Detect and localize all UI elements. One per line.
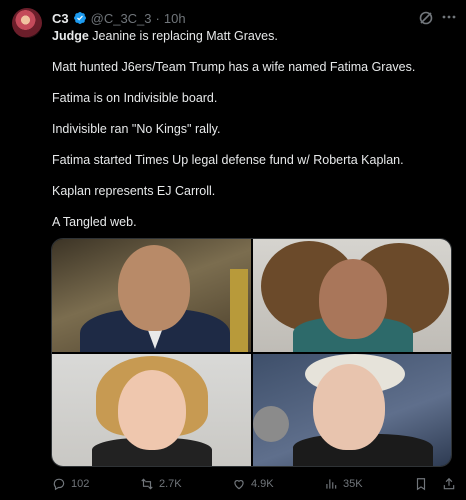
- more-icon[interactable]: [440, 8, 458, 26]
- like-icon: [234, 480, 244, 490]
- tweet-line: Matt hunted J6ers/Team Trump has a wife …: [52, 60, 416, 74]
- action-bar: 102 2.7K 4.9K 35K: [52, 475, 458, 493]
- share-button[interactable]: [442, 475, 456, 493]
- timestamp[interactable]: 10h: [164, 11, 186, 26]
- separator-dot: ·: [155, 10, 160, 26]
- photo-3[interactable]: [52, 353, 251, 466]
- views-count: 35K: [343, 478, 363, 490]
- repost-button[interactable]: 2.7K: [140, 475, 182, 493]
- tweet-line: Fatima is on Indivisible board.: [52, 91, 218, 105]
- verified-badge-icon: [73, 11, 87, 25]
- reply-button[interactable]: 102: [52, 475, 89, 493]
- tweet[interactable]: C3 @C_3C_3 · 10h Judge Jeanine is replac…: [0, 0, 466, 500]
- views-icon: [326, 479, 337, 489]
- grok-icon[interactable]: [418, 10, 434, 26]
- tweet-line: A Tangled web.: [52, 215, 137, 229]
- media-grid: [51, 238, 452, 467]
- tweet-line-rest: Jeanine is replacing Matt Graves.: [88, 29, 278, 43]
- tweet-line: Fatima started Times Up legal defense fu…: [52, 153, 404, 167]
- tweet-line: Judge Jeanine is replacing Matt Graves.: [52, 28, 278, 45]
- avatar[interactable]: [12, 8, 42, 38]
- tweet-line: Kaplan represents EJ Carroll.: [52, 184, 216, 198]
- photo-4[interactable]: [252, 353, 451, 466]
- share-icon: [443, 477, 455, 490]
- repost-icon: [141, 478, 153, 490]
- views-button[interactable]: 35K: [324, 475, 363, 493]
- tweet-line-bold: Judge: [52, 29, 89, 43]
- tweet-header: C3 @C_3C_3 · 10h: [52, 9, 186, 27]
- photo-2[interactable]: [252, 239, 451, 352]
- tweet-line: Indivisible ran "No Kings" rally.: [52, 122, 221, 136]
- like-button[interactable]: 4.9K: [232, 475, 274, 493]
- author-name[interactable]: C3: [52, 11, 69, 26]
- photo-1[interactable]: [52, 239, 251, 352]
- bookmark-icon: [416, 478, 426, 491]
- reply-count: 102: [71, 478, 90, 490]
- author-handle[interactable]: @C_3C_3: [91, 11, 152, 26]
- reply-icon: [53, 478, 65, 491]
- repost-count: 2.7K: [159, 478, 182, 490]
- like-count: 4.9K: [251, 478, 274, 490]
- bookmark-button[interactable]: [414, 475, 428, 493]
